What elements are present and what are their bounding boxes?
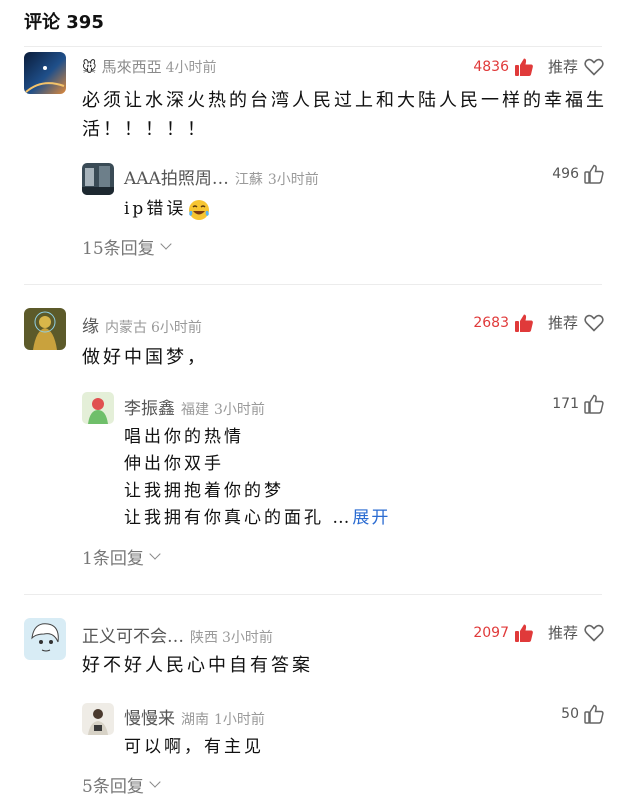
comment-actions: 4836 推荐 — [473, 56, 604, 77]
comment-text: 好不好人民心中自有答案 — [82, 655, 313, 676]
thumbs-up-outline-icon[interactable] — [584, 394, 604, 414]
reply-text-line: 伸出你双手 — [124, 454, 224, 474]
like-count: 4836 — [473, 58, 509, 75]
chevron-down-icon — [149, 548, 161, 560]
reply-actions: 496 — [552, 164, 604, 184]
comment-time: 4小时前 — [165, 60, 217, 76]
reply-avatar[interactable] — [82, 392, 114, 424]
reply-time: 3小时前 — [267, 172, 319, 188]
like-count: 2683 — [473, 314, 509, 331]
avatar-badge-icon: 🐭 — [82, 60, 97, 76]
heart-outline-icon[interactable] — [584, 314, 604, 332]
reply-count-label: 1条回复 — [82, 549, 144, 569]
reply-avatar[interactable] — [82, 703, 114, 735]
reply-location: 江蘇 — [234, 172, 263, 188]
comment-text: 必须让水深火热的台湾人民过上和大陆人民一样的幸福生活！！！！！ — [82, 90, 607, 140]
reply-like-count: 496 — [552, 166, 579, 182]
thumbs-up-filled-icon[interactable] — [514, 623, 534, 643]
avatar[interactable] — [24, 618, 66, 660]
reply-username[interactable]: AAA拍照周… — [124, 164, 229, 189]
comment-username[interactable]: 馬來西亞 — [102, 56, 162, 77]
comment-location: 内蒙古 — [105, 320, 147, 336]
reply-actions: 50 — [561, 704, 604, 724]
reply-meta: 李振鑫 福建 3小时前 — [124, 394, 265, 419]
header-divider — [24, 46, 602, 47]
comment-meta: 正义可不会… 陕西 3小时前 — [82, 622, 273, 647]
reply-text-line: 让我拥抱着你的梦 — [124, 481, 284, 501]
laughing-crying-emoji-icon — [188, 199, 210, 221]
comment-time: 3小时前 — [222, 630, 273, 646]
thumbs-up-outline-icon[interactable] — [584, 704, 604, 724]
reply-username[interactable]: 慢慢来 — [124, 704, 175, 729]
reply-text-line: 唱出你的热情 — [124, 427, 244, 447]
comments-header: 评论 395 — [0, 0, 626, 46]
comment-time: 6小时前 — [151, 320, 202, 336]
reply-count-label: 15条回复 — [82, 239, 155, 259]
comment-username[interactable]: 缘 — [82, 312, 99, 337]
view-replies-button[interactable]: 5条回复 — [82, 772, 161, 797]
comment-divider — [24, 594, 602, 595]
chevron-down-icon — [149, 776, 161, 788]
recommend-label[interactable]: 推荐 — [548, 312, 578, 333]
heart-outline-icon[interactable] — [584, 624, 604, 642]
comment-text: 做好中国梦， — [82, 347, 208, 368]
recommend-label[interactable]: 推荐 — [548, 622, 578, 643]
view-replies-button[interactable]: 15条回复 — [82, 234, 172, 259]
avatar[interactable] — [24, 308, 66, 350]
avatar[interactable] — [24, 52, 66, 94]
comment-username[interactable]: 正义可不会… — [82, 622, 184, 647]
reply-actions: 171 — [552, 394, 604, 414]
reply-time: 1小时前 — [214, 712, 265, 728]
comment-divider — [24, 284, 602, 285]
reply-meta: AAA拍照周… 江蘇 3小时前 — [124, 164, 319, 189]
reply-like-count: 50 — [561, 706, 579, 722]
comment-location: 陕西 — [190, 630, 218, 646]
thumbs-up-outline-icon[interactable] — [584, 164, 604, 184]
comments-title: 评论 395 — [24, 12, 104, 33]
reply-username[interactable]: 李振鑫 — [124, 394, 175, 419]
reply-count-label: 5条回复 — [82, 777, 144, 797]
view-replies-button[interactable]: 1条回复 — [82, 544, 161, 569]
reply-text-line: 让我拥有你真心的面孔 … — [124, 508, 353, 528]
comment-actions: 2097 推荐 — [473, 622, 604, 643]
heart-outline-icon[interactable] — [584, 58, 604, 76]
comment-meta: 缘 内蒙古 6小时前 — [82, 312, 202, 337]
reply-location: 福建 — [181, 402, 209, 418]
reply-text-row: ip错误 — [124, 196, 210, 223]
comment-actions: 2683 推荐 — [473, 312, 604, 333]
expand-link[interactable]: 展开 — [352, 508, 390, 528]
reply-text: 可以啊，有主见 — [124, 737, 264, 757]
reply-like-count: 171 — [552, 396, 579, 412]
reply-text-last-line: 让我拥有你真心的面孔 …展开 — [124, 505, 390, 532]
thumbs-up-filled-icon[interactable] — [514, 313, 534, 333]
reply-avatar[interactable] — [82, 163, 114, 195]
reply-time: 3小时前 — [214, 402, 265, 418]
reply-location: 湖南 — [181, 712, 209, 728]
thumbs-up-filled-icon[interactable] — [514, 57, 534, 77]
reply-text: 唱出你的热情 伸出你双手 让我拥抱着你的梦 让我拥有你真心的面孔 …展开 — [124, 424, 390, 532]
comment-meta: 🐭 馬來西亞 4小时前 — [82, 56, 217, 77]
recommend-label[interactable]: 推荐 — [548, 56, 578, 77]
chevron-down-icon — [159, 238, 172, 250]
reply-meta: 慢慢来 湖南 1小时前 — [124, 704, 265, 729]
like-count: 2097 — [473, 624, 509, 641]
reply-text: ip错误 — [124, 199, 187, 219]
